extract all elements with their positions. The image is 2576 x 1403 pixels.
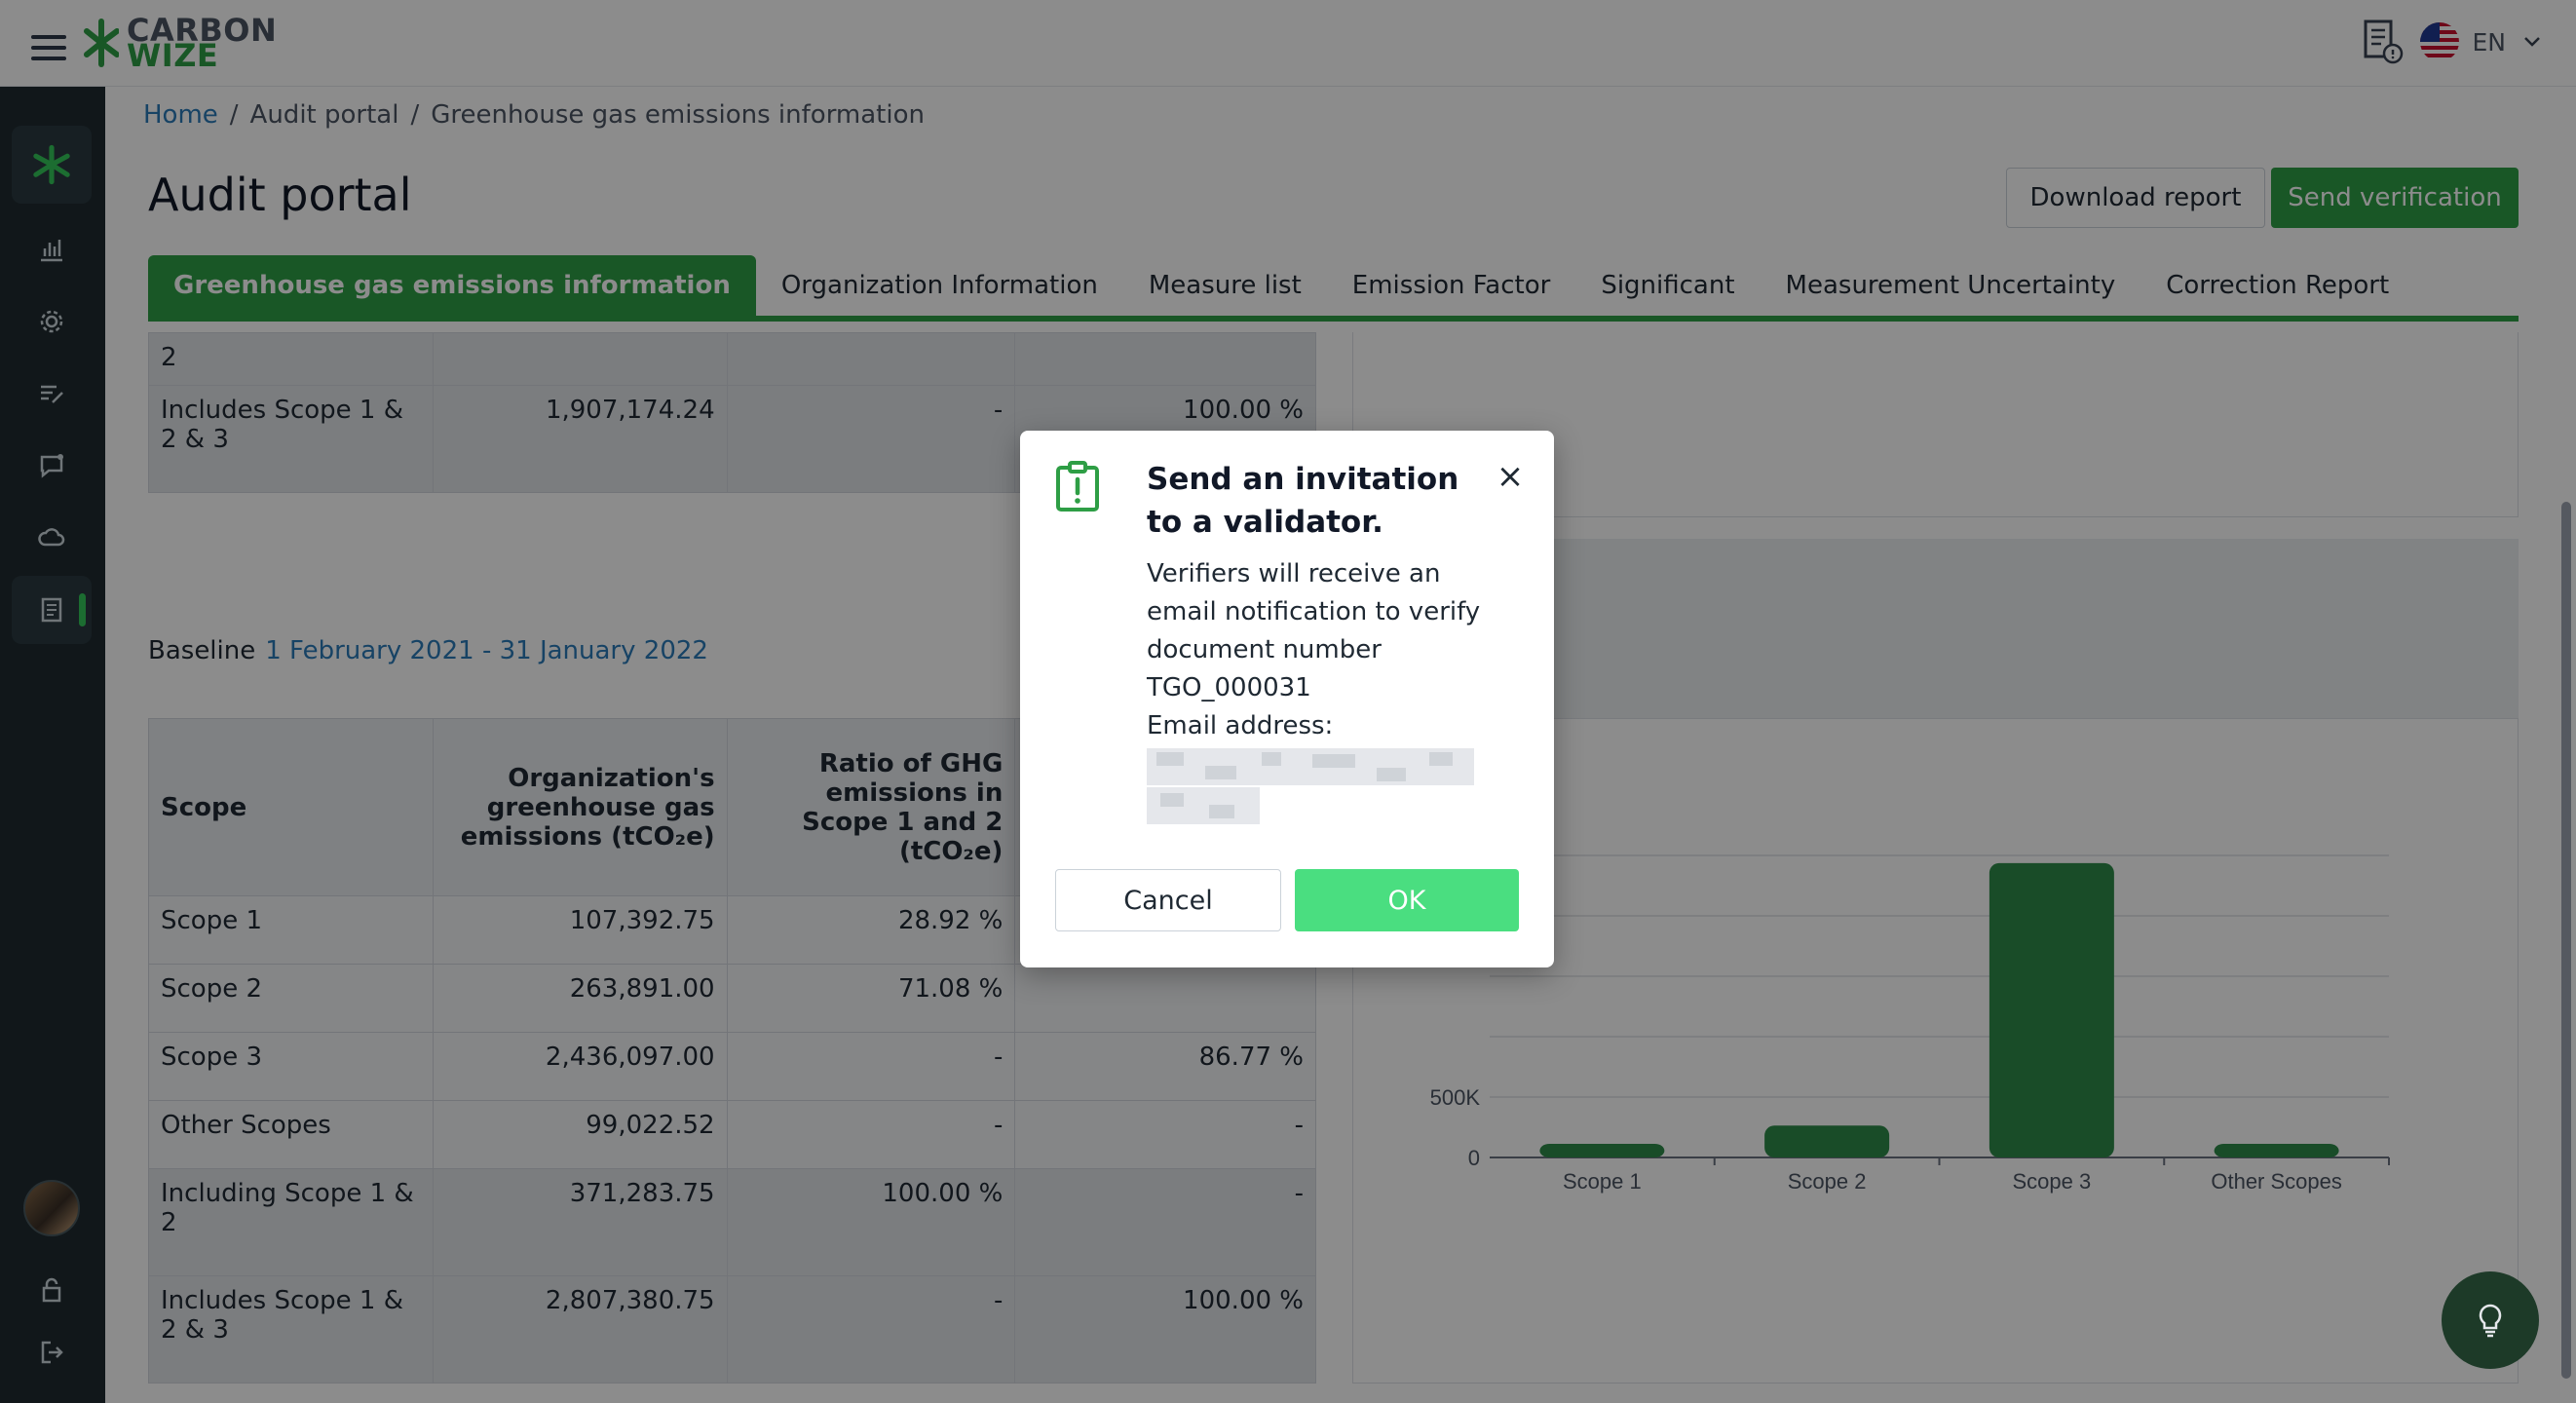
alert-clipboard-icon [1056, 461, 1099, 512]
dialog-body: Verifiers will receive an email notifica… [1147, 555, 1497, 745]
tips-button[interactable] [2442, 1271, 2539, 1369]
ok-button[interactable]: OK [1295, 869, 1519, 931]
lightbulb-icon [2479, 1304, 2502, 1338]
email-label: Email address: [1147, 711, 1334, 740]
close-icon[interactable]: × [1496, 460, 1525, 493]
redacted-email-value [1147, 748, 1474, 824]
document-number: TGO_000031 [1147, 673, 1311, 702]
dialog-message: Verifiers will receive an email notifica… [1147, 559, 1481, 664]
send-invitation-dialog: Send an invitation to a validator. × Ver… [1020, 431, 1554, 967]
dialog-title: Send an invitation to a validator. [1147, 462, 1459, 540]
cancel-button[interactable]: Cancel [1055, 869, 1281, 931]
